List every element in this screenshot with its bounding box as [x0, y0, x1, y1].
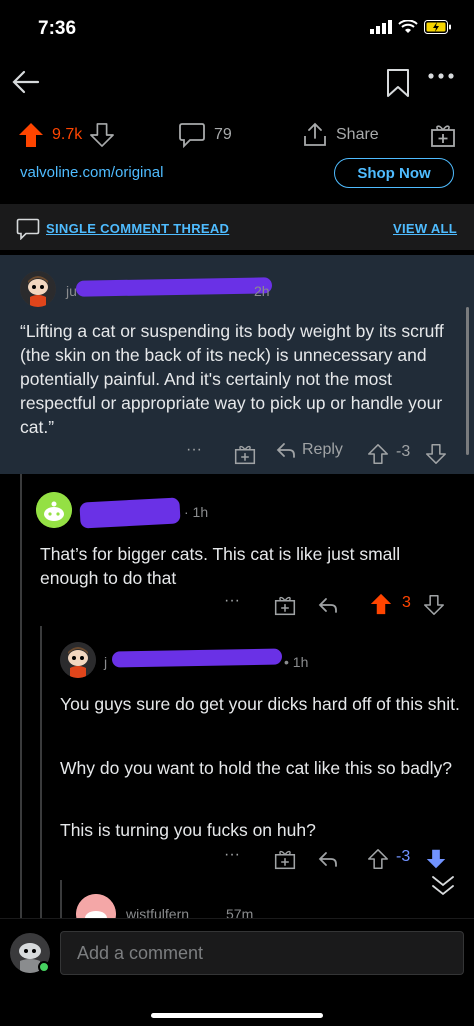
single-thread-bar: SINGLE COMMENT THREAD VIEW ALL: [0, 204, 474, 250]
comments-count: 79: [214, 126, 232, 143]
comment-body: Why do you want to hold the cat like thi…: [60, 758, 453, 778]
reply-icon[interactable]: [318, 596, 338, 614]
back-arrow-icon[interactable]: [10, 66, 42, 98]
bookmark-icon[interactable]: [386, 68, 410, 98]
downvote-icon[interactable]: [426, 443, 446, 465]
comment-actions: ··· -3: [0, 846, 474, 872]
upvote-icon[interactable]: [368, 443, 388, 465]
reply-label: Reply: [302, 441, 343, 458]
share-icon: [304, 122, 326, 146]
snoo-avatar-icon: [20, 271, 56, 307]
ad-domain-link[interactable]: valvoline.com/original: [20, 164, 163, 181]
more-options-button[interactable]: ···: [224, 846, 240, 864]
comment-composer: Add a comment: [0, 918, 474, 1026]
timestamp: 2h: [254, 283, 270, 299]
online-status-dot: [38, 961, 50, 973]
share-label: Share: [336, 126, 379, 143]
award-icon[interactable]: [430, 122, 456, 148]
comment-body: “Lifting a cat or suspending its body we…: [20, 321, 444, 437]
timestamp: · 1h: [184, 504, 209, 520]
upvote-count: 9.7k: [52, 126, 83, 143]
nav-bar: [0, 58, 474, 110]
reply-icon: [276, 443, 295, 458]
shop-now-button[interactable]: Shop Now: [334, 158, 454, 188]
snoo-avatar-icon: [60, 642, 96, 678]
downvote-icon[interactable]: [90, 123, 115, 147]
comments-count-button[interactable]: 79: [178, 122, 232, 148]
avatar[interactable]: [20, 271, 56, 307]
comment-actions: ··· 3: [0, 592, 474, 618]
downvote-icon[interactable]: [426, 848, 446, 870]
avatar[interactable]: [60, 642, 96, 678]
post-actions: 9.7k 79 Share: [0, 118, 474, 156]
comment-body: That’s for bigger cats. This cat is like…: [40, 544, 401, 588]
upvote-icon[interactable]: [368, 848, 388, 870]
add-comment-input[interactable]: Add a comment: [60, 931, 464, 975]
comment-score: -3: [396, 443, 411, 460]
comment-bubble-icon: [16, 218, 40, 240]
collapse-chevrons-icon[interactable]: [430, 874, 456, 898]
more-options-icon[interactable]: [428, 72, 454, 80]
upvote-icon[interactable]: [18, 122, 44, 148]
more-options-button[interactable]: ···: [186, 441, 202, 459]
more-options-button[interactable]: ···: [224, 592, 240, 610]
redaction-mark: [79, 497, 181, 529]
scrollbar-thumb[interactable]: [466, 307, 469, 455]
ad-row: valvoline.com/original Shop Now: [0, 158, 474, 190]
comment-body: This is turning you fucks on huh?: [60, 820, 316, 840]
downvote-icon[interactable]: [424, 594, 444, 616]
signal-icon: [370, 20, 392, 34]
comment-highlighted: ju 2h “Lifting a cat or suspending its b…: [0, 255, 474, 474]
comment-bubble-icon: [179, 123, 205, 148]
award-icon[interactable]: [274, 594, 296, 616]
thread-line[interactable]: [60, 880, 62, 918]
redaction-mark: [75, 277, 273, 297]
battery-icon: [424, 20, 451, 34]
home-indicator: [151, 1013, 323, 1018]
redaction-mark: [111, 648, 283, 668]
comment-score: 3: [402, 594, 411, 611]
view-all-link[interactable]: VIEW ALL: [393, 221, 457, 236]
status-bar: 7:36: [0, 0, 474, 58]
status-time: 7:36: [38, 18, 77, 39]
comment-actions: ··· Reply -3: [0, 441, 474, 467]
share-button[interactable]: Share: [302, 122, 379, 148]
comment-body: You guys sure do get your dicks hard off…: [60, 694, 460, 714]
reply-button[interactable]: Reply: [276, 441, 343, 459]
status-icons: [370, 20, 452, 34]
username[interactable]: j: [104, 654, 107, 670]
single-comment-thread-label[interactable]: SINGLE COMMENT THREAD: [46, 221, 229, 236]
thread-line[interactable]: [40, 626, 42, 918]
avatar[interactable]: [36, 492, 72, 528]
wifi-icon: [398, 20, 418, 33]
award-icon[interactable]: [234, 443, 256, 465]
timestamp: • 1h: [284, 654, 309, 670]
vote-group: 9.7k: [18, 122, 115, 148]
reply-icon[interactable]: [318, 850, 338, 868]
upvote-icon[interactable]: [370, 592, 392, 616]
comment-score: -3: [396, 848, 411, 865]
default-snoo-icon: [36, 492, 72, 528]
username[interactable]: ju: [66, 283, 77, 299]
award-icon[interactable]: [274, 848, 296, 870]
